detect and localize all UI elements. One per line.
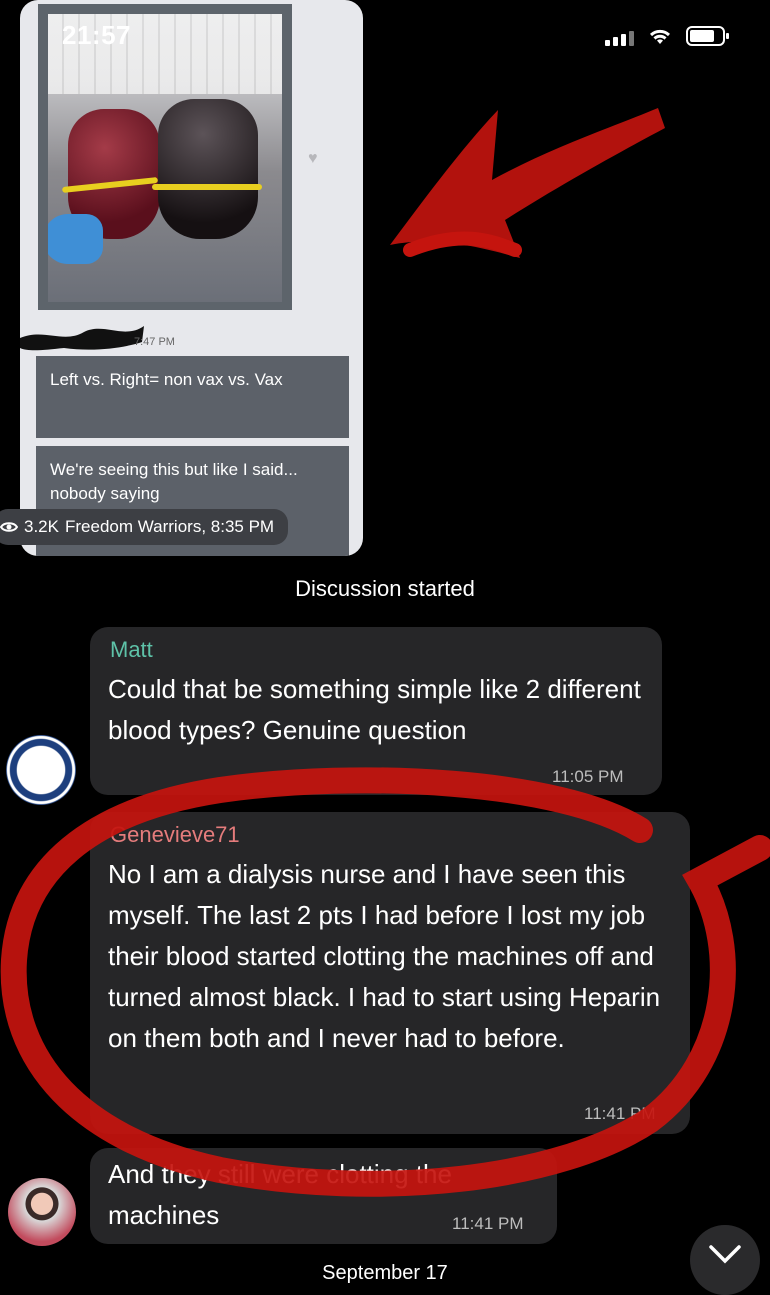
cellular-signal-icon — [605, 31, 634, 46]
discussion-started-label: Discussion started — [295, 576, 475, 601]
shot-message-1: Left vs. Right= non vax vs. Vax — [36, 356, 349, 438]
message-bubble[interactable]: Genevieve71 No I am a dialysis nurse and… — [90, 812, 690, 1134]
shot-message-time: 7:47 PM — [134, 336, 175, 348]
message-bubble[interactable]: Matt Could that be something simple like… — [90, 627, 662, 795]
message-bubble[interactable]: And they still were clotting the machine… — [90, 1148, 557, 1244]
gloved-hand — [48, 214, 103, 264]
status-icons — [605, 26, 730, 46]
message-time: 11:05 PM — [552, 767, 624, 786]
status-time: 21:57 — [62, 20, 131, 50]
avatar-matt[interactable]: ★ — [6, 735, 76, 805]
message-time: 11:41 PM — [452, 1214, 524, 1233]
message-time: 11:41 PM — [584, 1104, 656, 1123]
eye-icon — [0, 522, 18, 532]
message-text: No I am a dialysis nurse and I have seen… — [108, 859, 661, 1053]
heart-icon[interactable]: ♥ — [308, 150, 318, 168]
wifi-icon — [649, 29, 671, 44]
channel-meta: Freedom Warriors, 8:35 PM — [64, 517, 275, 536]
battery-icon — [686, 26, 729, 46]
red-arrow-icon — [390, 108, 665, 258]
message-author[interactable]: Genevieve71 — [110, 822, 240, 848]
view-count: 3.2K — [24, 517, 59, 536]
forwarded-screenshot[interactable]: ♥ 7:47 PM Left vs. Right= non vax vs. Va… — [20, 0, 363, 556]
message-text: Could that be something simple like 2 di… — [108, 674, 641, 745]
message-author[interactable]: Matt — [110, 637, 153, 663]
date-divider: September 17 — [322, 1262, 448, 1284]
avatar-genevieve[interactable] — [8, 1178, 76, 1246]
chevron-down-icon — [709, 1245, 741, 1264]
blood-bags-photo[interactable] — [48, 14, 282, 302]
right-blood-bag — [158, 99, 258, 239]
scroll-down-button[interactable] — [690, 1225, 760, 1295]
views-badge: 3.2K Freedom Warriors, 8:35 PM — [0, 509, 289, 545]
